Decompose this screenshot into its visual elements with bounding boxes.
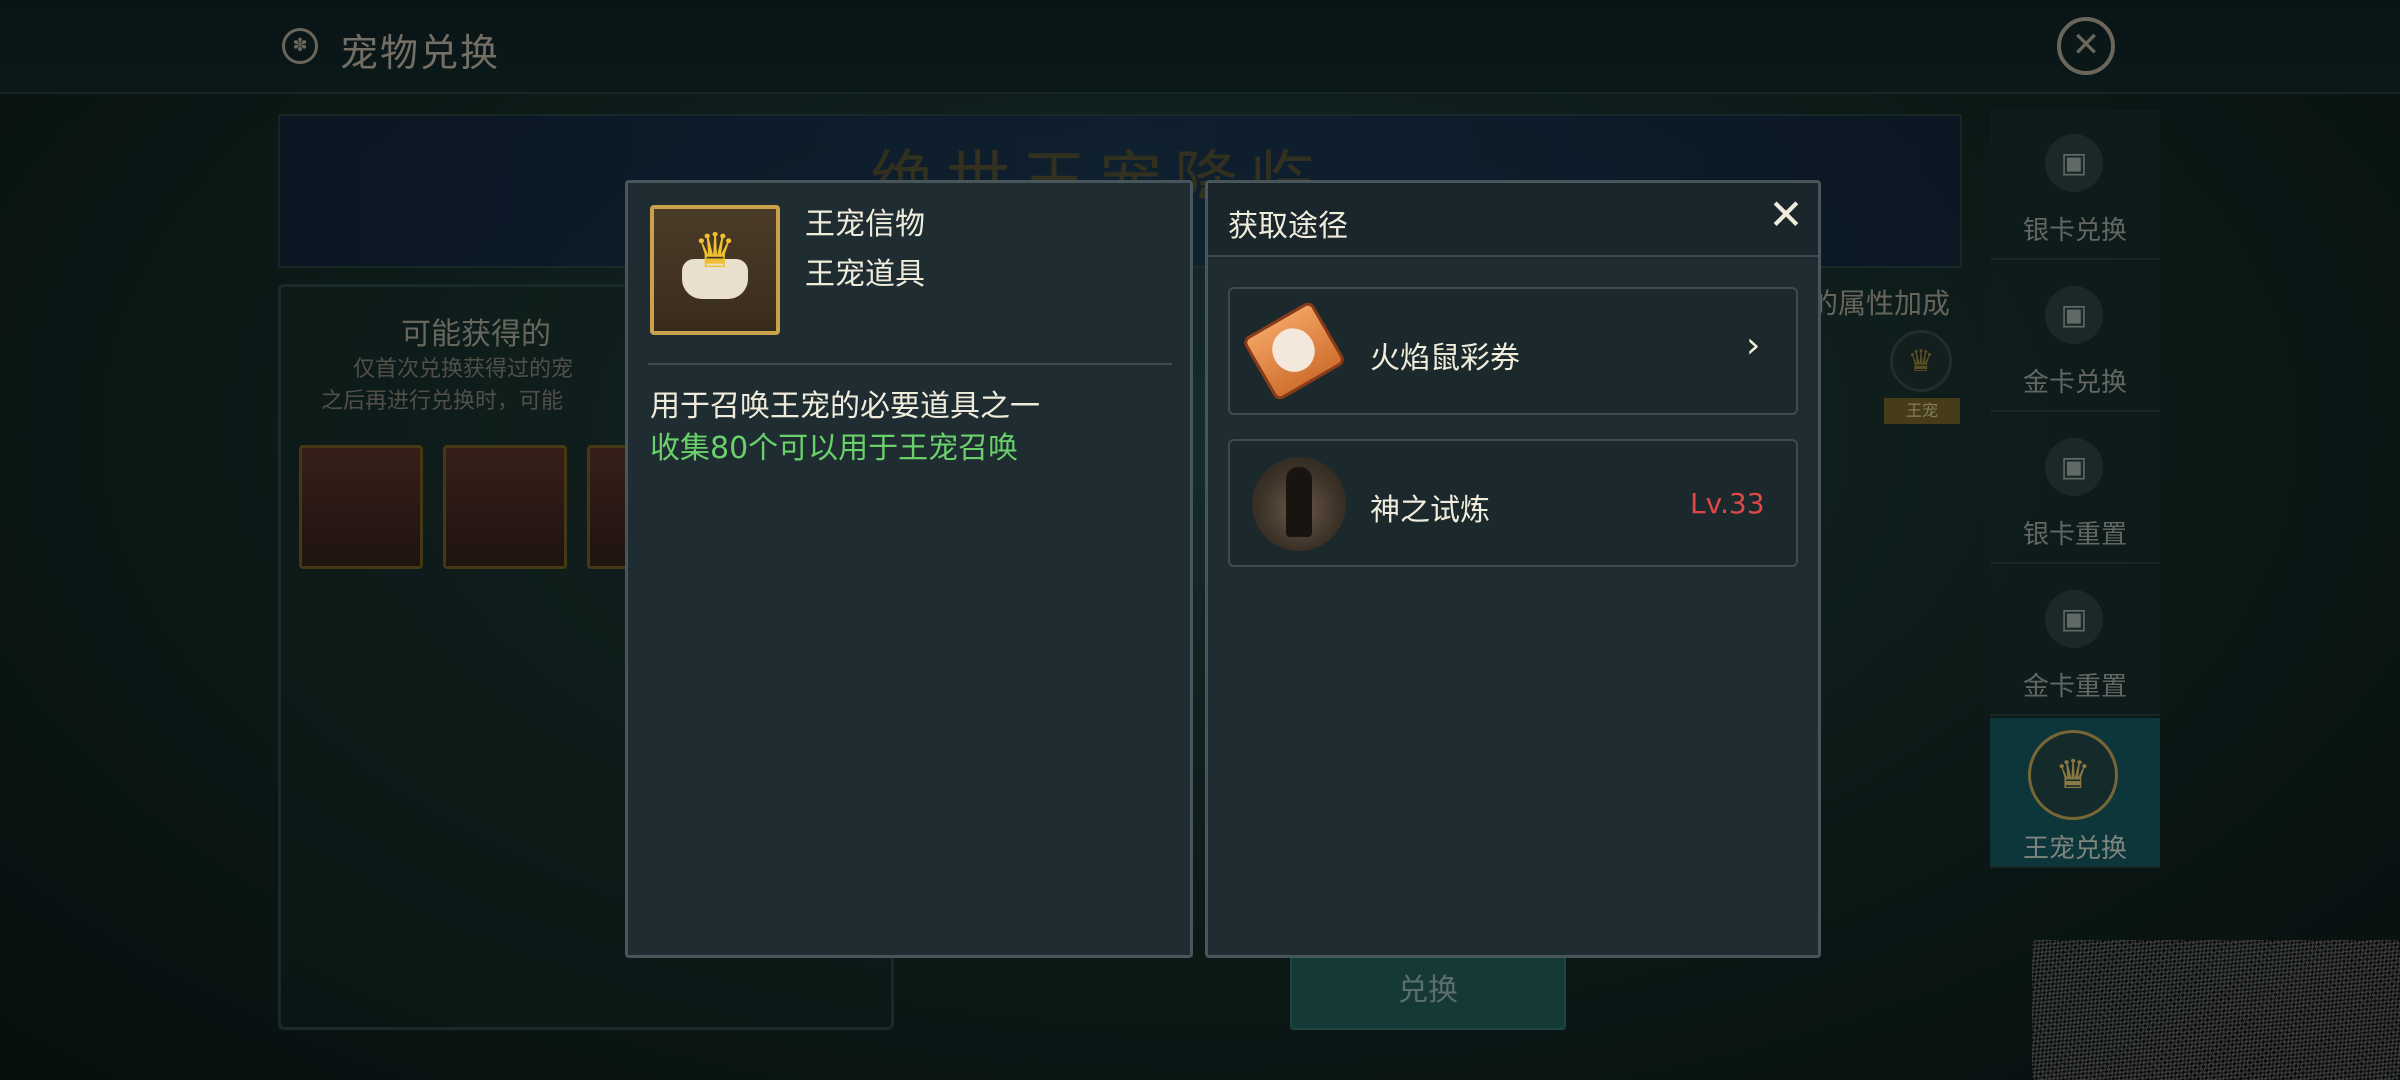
source-row-ticket[interactable]: 火焰鼠彩券 › bbox=[1228, 287, 1798, 415]
chevron-right-icon: › bbox=[1746, 325, 1761, 366]
source-label: 神之试炼 bbox=[1370, 493, 1490, 528]
crown-scroll-icon: ♛ bbox=[650, 205, 780, 335]
item-detail-dialog: ♛ 王宠信物 王宠道具 用于召唤王宠的必要道具之一 收集80个可以用于王宠召唤 bbox=[625, 180, 1193, 958]
dialog-header: 获取途径 ✕ bbox=[1208, 183, 1818, 257]
dialog-title: 获取途径 bbox=[1228, 209, 1348, 244]
item-hint: 收集80个可以用于王宠召唤 bbox=[650, 431, 1019, 466]
ticket-icon bbox=[1241, 299, 1347, 403]
divider bbox=[648, 363, 1172, 365]
item-type: 王宠道具 bbox=[805, 257, 925, 292]
trial-figure bbox=[1286, 467, 1312, 537]
modal-overlay[interactable] bbox=[0, 0, 2400, 1080]
item-name: 王宠信物 bbox=[805, 207, 925, 242]
acquisition-dialog: 获取途径 ✕ 火焰鼠彩券 › 神之试炼 Lv.33 bbox=[1205, 180, 1821, 958]
source-row-trial[interactable]: 神之试炼 Lv.33 bbox=[1228, 439, 1798, 567]
level-requirement: Lv.33 bbox=[1690, 487, 1765, 520]
item-description: 用于召唤王宠的必要道具之一 bbox=[650, 389, 1040, 424]
trial-icon bbox=[1252, 457, 1346, 551]
ticket-emblem bbox=[1264, 320, 1323, 380]
source-label: 火焰鼠彩券 bbox=[1370, 341, 1520, 376]
crown-icon: ♛ bbox=[693, 223, 737, 279]
close-icon[interactable]: ✕ bbox=[1764, 193, 1808, 237]
